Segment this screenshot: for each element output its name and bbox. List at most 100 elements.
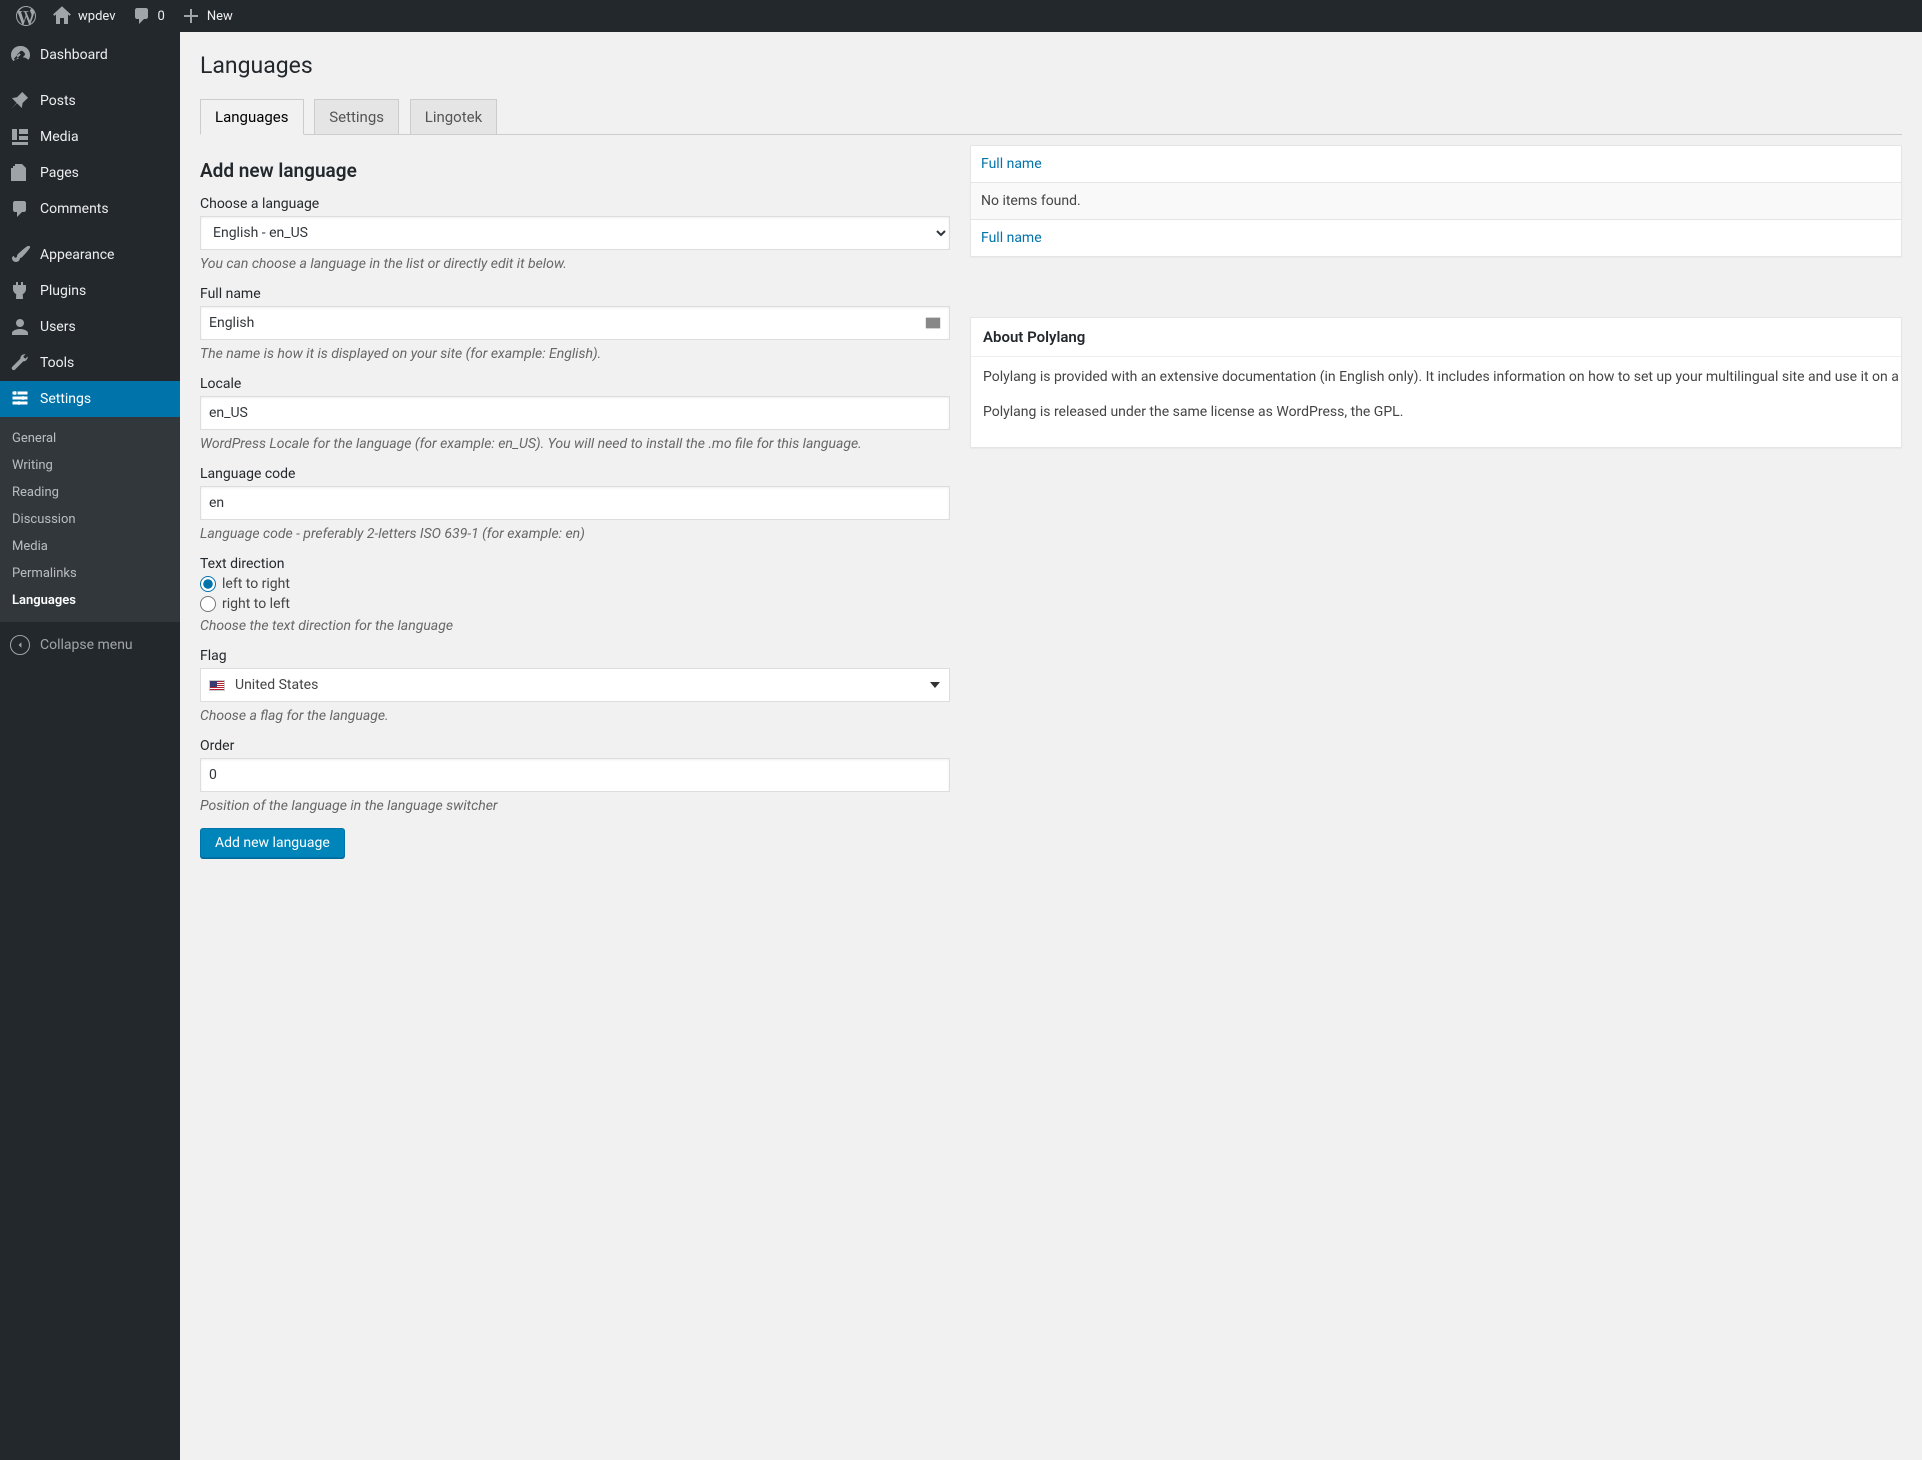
flag-help: Choose a flag for the language. <box>200 708 950 724</box>
flag-select[interactable]: United States <box>200 668 950 702</box>
menu-current-arrow <box>180 391 188 407</box>
media-icon <box>10 127 30 147</box>
tab-lingotek[interactable]: Lingotek <box>410 99 497 134</box>
menu-label: Plugins <box>40 283 86 299</box>
plus-icon <box>181 6 201 26</box>
dir-rtl-radio[interactable] <box>200 596 216 612</box>
code-label: Language code <box>200 466 950 482</box>
about-p1: Polylang is provided with an extensive d… <box>983 367 1889 388</box>
collapse-icon <box>10 635 30 655</box>
pages-icon <box>10 163 30 183</box>
submenu-writing[interactable]: Writing <box>0 452 180 479</box>
about-p2: Polylang is released under the same lice… <box>983 402 1889 423</box>
admin-menu: Dashboard Posts Media Pages Comments App… <box>0 32 180 1460</box>
collapse-menu[interactable]: Collapse menu <box>0 627 180 663</box>
code-help: Language code - preferably 2-letters ISO… <box>200 526 950 542</box>
field-fullname: Full name The name is how it is displaye… <box>200 286 950 362</box>
menu-label: Media <box>40 129 79 145</box>
menu-plugins[interactable]: Plugins <box>0 273 180 309</box>
field-choose-language: Choose a language English - en_US You ca… <box>200 196 950 272</box>
new-label: New <box>207 9 233 24</box>
fullname-input[interactable] <box>200 306 950 340</box>
page-title: Languages <box>200 52 1902 79</box>
comments-menu[interactable]: 0 <box>124 0 173 32</box>
tab-settings[interactable]: Settings <box>314 99 399 134</box>
brush-icon <box>10 245 30 265</box>
menu-media[interactable]: Media <box>0 119 180 155</box>
choose-language-help: You can choose a language in the list or… <box>200 256 950 272</box>
locale-label: Locale <box>200 376 950 392</box>
plugin-icon <box>10 281 30 301</box>
field-text-direction: Text direction left to right right to le… <box>200 556 950 634</box>
tab-bar: Languages Settings Lingotek <box>200 99 1902 135</box>
submenu-reading[interactable]: Reading <box>0 479 180 506</box>
add-language-heading: Add new language <box>200 159 950 182</box>
order-input[interactable] <box>200 758 950 792</box>
locale-input[interactable] <box>200 396 950 430</box>
table-empty-row: No items found. <box>971 183 1901 220</box>
dir-label: Text direction <box>200 556 950 572</box>
languages-table: Full name No items found. Full name <box>970 145 1902 257</box>
new-content-menu[interactable]: New <box>173 0 241 32</box>
menu-comments[interactable]: Comments <box>0 191 180 227</box>
submenu-general[interactable]: General <box>0 425 180 452</box>
choose-language-select[interactable]: English - en_US <box>200 216 950 250</box>
field-order: Order Position of the language in the la… <box>200 738 950 814</box>
menu-dashboard[interactable]: Dashboard <box>0 37 180 73</box>
site-name-label: wpdev <box>78 9 116 24</box>
about-polylang-box: About Polylang Polylang is provided with… <box>970 317 1902 448</box>
comment-icon <box>132 6 152 26</box>
locale-help: WordPress Locale for the language (for e… <box>200 436 950 452</box>
menu-label: Appearance <box>40 247 114 263</box>
table-header-fullname[interactable]: Full name <box>971 146 1901 183</box>
field-locale: Locale WordPress Locale for the language… <box>200 376 950 452</box>
menu-appearance[interactable]: Appearance <box>0 237 180 273</box>
sliders-icon <box>10 389 30 409</box>
fullname-label: Full name <box>200 286 950 302</box>
id-card-icon <box>924 314 942 332</box>
comments-icon <box>10 199 30 219</box>
menu-posts[interactable]: Posts <box>0 83 180 119</box>
menu-tools[interactable]: Tools <box>0 345 180 381</box>
table-footer-fullname[interactable]: Full name <box>971 220 1901 256</box>
menu-label: Comments <box>40 201 109 217</box>
wp-logo-menu[interactable] <box>8 0 44 32</box>
submenu-permalinks[interactable]: Permalinks <box>0 560 180 587</box>
menu-pages[interactable]: Pages <box>0 155 180 191</box>
field-flag: Flag United States Choose a flag for the… <box>200 648 950 724</box>
menu-label: Settings <box>40 391 91 407</box>
fullname-help: The name is how it is displayed on your … <box>200 346 950 362</box>
submenu-languages[interactable]: Languages <box>0 587 180 614</box>
flag-us-icon <box>209 680 225 691</box>
order-label: Order <box>200 738 950 754</box>
field-language-code: Language code Language code - preferably… <box>200 466 950 542</box>
comments-count: 0 <box>158 9 165 24</box>
menu-label: Users <box>40 319 76 335</box>
submenu-media[interactable]: Media <box>0 533 180 560</box>
chevron-down-icon <box>930 682 940 688</box>
code-input[interactable] <box>200 486 950 520</box>
settings-submenu: General Writing Reading Discussion Media… <box>0 417 180 622</box>
flag-value: United States <box>235 677 318 693</box>
menu-label: Dashboard <box>40 47 108 63</box>
dashboard-icon <box>10 45 30 65</box>
dir-ltr-label: left to right <box>222 576 290 592</box>
wrench-icon <box>10 353 30 373</box>
dir-help: Choose the text direction for the langua… <box>200 618 950 634</box>
collapse-label: Collapse menu <box>40 637 133 653</box>
about-title: About Polylang <box>971 318 1901 357</box>
add-language-button[interactable]: Add new language <box>200 828 345 858</box>
order-help: Position of the language in the language… <box>200 798 950 814</box>
dir-ltr-radio[interactable] <box>200 576 216 592</box>
menu-label: Tools <box>40 355 74 371</box>
site-name-menu[interactable]: wpdev <box>44 0 124 32</box>
menu-users[interactable]: Users <box>0 309 180 345</box>
submenu-discussion[interactable]: Discussion <box>0 506 180 533</box>
wordpress-logo-icon <box>16 6 36 26</box>
dir-rtl-label: right to left <box>222 596 290 612</box>
menu-settings[interactable]: Settings <box>0 381 180 417</box>
tab-languages[interactable]: Languages <box>200 99 304 135</box>
menu-label: Posts <box>40 93 76 109</box>
menu-label: Pages <box>40 165 79 181</box>
flag-label: Flag <box>200 648 950 664</box>
